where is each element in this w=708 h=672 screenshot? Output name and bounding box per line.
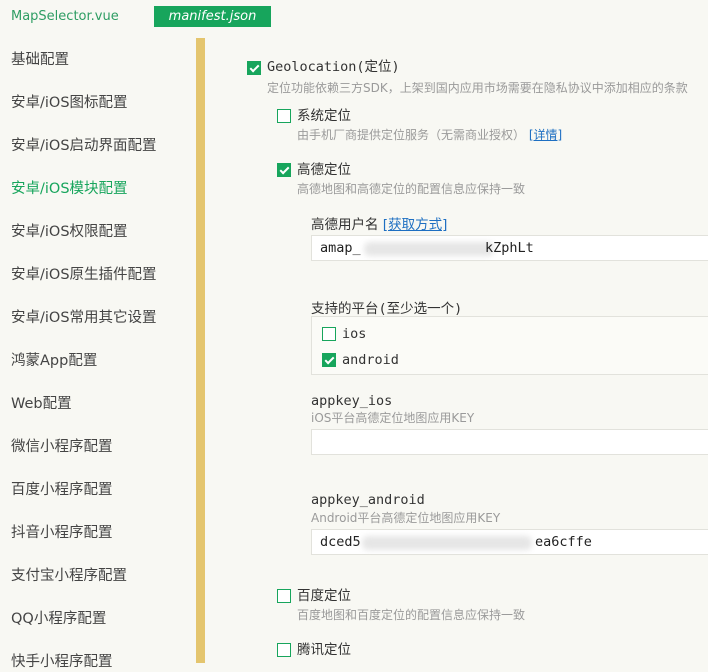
sidebar-divider [196,38,205,663]
platform-android-checkbox[interactable] [322,353,336,367]
sidebar-item-baidu[interactable]: 百度小程序配置 [11,480,113,500]
system-location-label: 系统定位 [297,108,351,124]
platform-ios-label: ios [342,326,367,342]
system-location-checkbox[interactable] [277,109,291,123]
tab-mapselector[interactable]: MapSelector.vue [11,6,119,27]
baidu-desc: 百度地图和百度定位的配置信息应保持一致 [297,608,526,622]
appkey-ios-input[interactable] [311,429,708,455]
sidebar-item-permissions[interactable]: 安卓/iOS权限配置 [11,222,128,242]
appkey-ios-label: appkey_ios [311,393,393,409]
main-panel: Geolocation(定位) 定位功能依赖三方SDK，上架到国内应用市场需要在… [205,38,708,663]
appkey-android-label: appkey_android [311,492,425,508]
sidebar-item-splash[interactable]: 安卓/iOS启动界面配置 [11,136,157,156]
platforms-box: ios android [311,316,708,375]
sidebar-item-harmony[interactable]: 鸿蒙App配置 [11,351,97,371]
redaction-blur [362,536,532,550]
appkey-android-input[interactable]: dced5 ea6cffe [311,529,708,555]
sidebar-item-native-plugins[interactable]: 安卓/iOS原生插件配置 [11,265,157,285]
amap-label: 高德定位 [297,162,351,178]
amap-username-link[interactable]: [获取方式] [383,217,448,233]
geolocation-desc: 定位功能依赖三方SDK，上架到国内应用市场需要在隐私协议中添加相应的条款 [267,81,688,95]
amap-username-suffix: kZphLt [485,240,534,256]
sidebar-item-weixin[interactable]: 微信小程序配置 [11,437,113,457]
sidebar-item-other-settings[interactable]: 安卓/iOS常用其它设置 [11,308,157,328]
sidebar-item-basic[interactable]: 基础配置 [11,50,69,70]
appkey-ios-desc: iOS平台高德定位地图应用KEY [311,411,475,425]
sidebar-item-douyin[interactable]: 抖音小程序配置 [11,523,113,543]
baidu-label: 百度定位 [297,588,351,604]
sidebar: 基础配置 安卓/iOS图标配置 安卓/iOS启动界面配置 安卓/iOS模块配置 … [0,38,196,670]
platform-ios-checkbox[interactable] [322,327,336,341]
sidebar-item-modules[interactable]: 安卓/iOS模块配置 [11,179,128,199]
sidebar-item-kuaishou[interactable]: 快手小程序配置 [11,652,113,672]
appkey-android-desc: Android平台高德定位地图应用KEY [311,511,501,525]
tencent-checkbox[interactable] [277,643,291,657]
tab-bar: MapSelector.vue manifest.json [0,0,708,34]
sidebar-item-alipay[interactable]: 支付宝小程序配置 [11,566,127,586]
sidebar-item-icon[interactable]: 安卓/iOS图标配置 [11,93,128,113]
amap-checkbox[interactable] [277,163,291,177]
system-location-desc: 由手机厂商提供定位服务（无需商业授权） [详情] [297,128,563,142]
amap-desc: 高德地图和高德定位的配置信息应保持一致 [297,182,526,196]
system-location-details-link[interactable]: [详情] [529,128,562,142]
appkey-android-prefix: dced5 [320,534,361,550]
amap-username-input[interactable]: amap_ kZphLt [311,235,708,261]
platform-android-label: android [342,352,399,368]
tab-manifest[interactable]: manifest.json [154,6,271,27]
sidebar-item-qq[interactable]: QQ小程序配置 [11,609,106,629]
geolocation-checkbox[interactable] [247,61,261,75]
redaction-blur [364,242,494,256]
amap-username-label: 高德用户名 [获取方式] [311,217,448,233]
sidebar-item-web[interactable]: Web配置 [11,394,72,414]
geolocation-label: Geolocation(定位) [267,59,400,75]
tencent-label: 腾讯定位 [297,642,351,658]
amap-username-prefix: amap_ [320,240,361,256]
baidu-checkbox[interactable] [277,589,291,603]
appkey-android-suffix: ea6cffe [535,534,592,550]
